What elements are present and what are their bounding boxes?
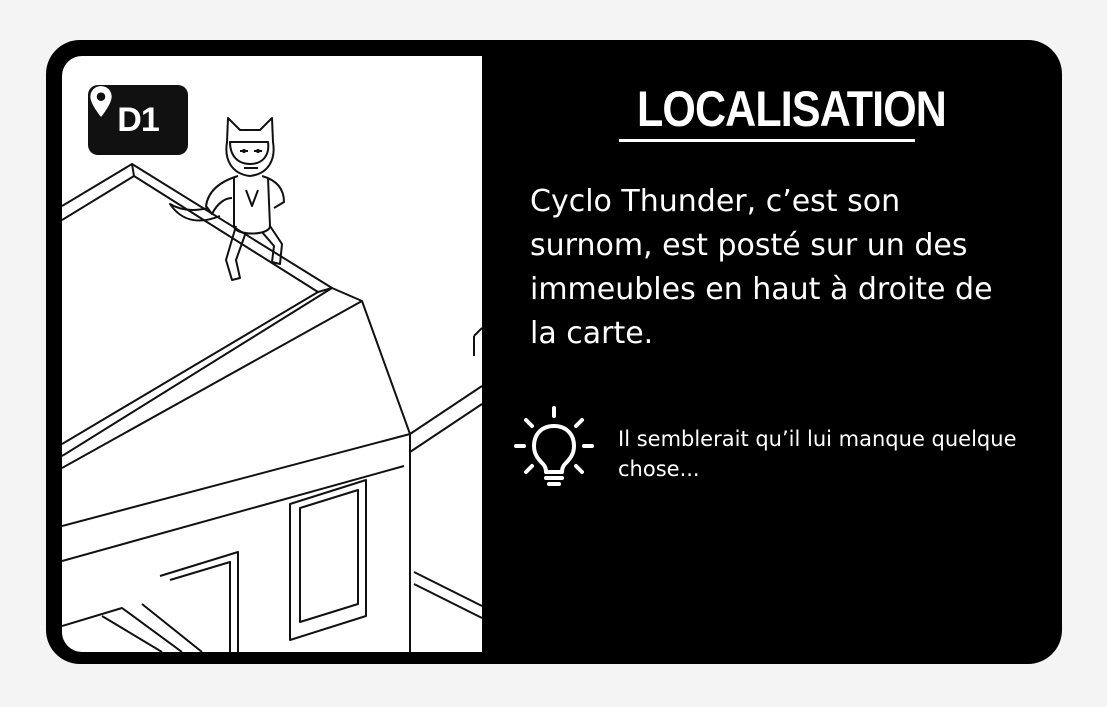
card-title: LOCALISATION xyxy=(637,81,947,137)
light-bulb-icon xyxy=(514,406,594,486)
location-card: D1 LOCALISATION Cyclo Thunder, c’est son… xyxy=(46,40,1062,664)
location-description: Cyclo Thunder, c’est son surnom, est pos… xyxy=(530,184,993,351)
rooftop-illustration: D1 xyxy=(62,56,482,652)
title-underline xyxy=(619,139,915,142)
location-code: D1 xyxy=(117,100,159,139)
hint-text: Il semblerait qu’il lui manque quelque c… xyxy=(618,427,1017,481)
location-badge: D1 xyxy=(88,85,188,155)
map-pin-icon xyxy=(90,86,112,117)
